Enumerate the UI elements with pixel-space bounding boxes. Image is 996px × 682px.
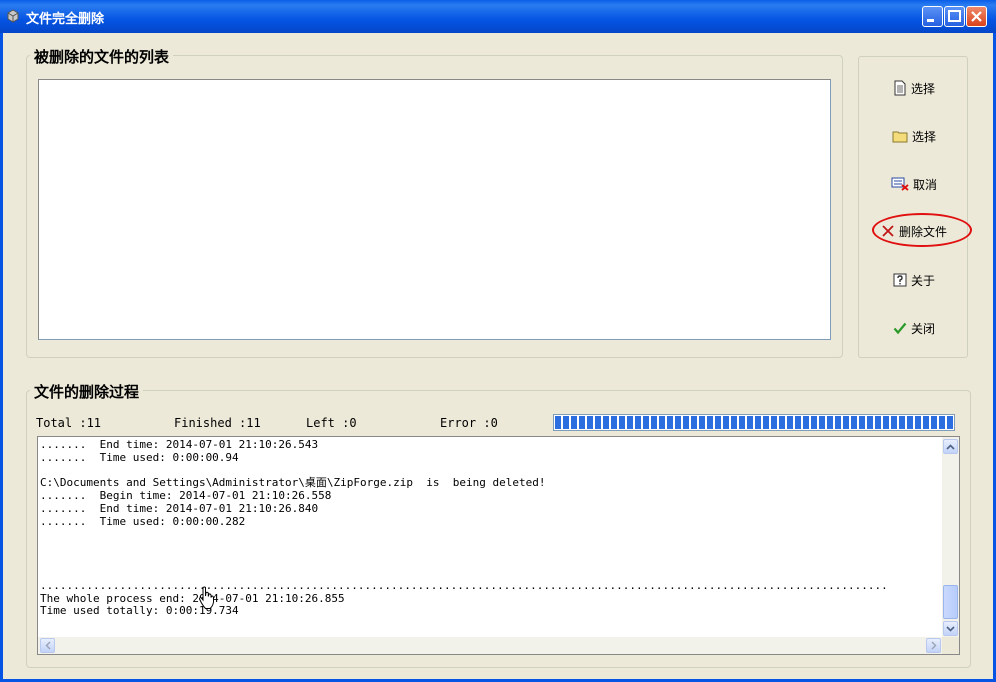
process-title: 文件的删除过程	[30, 381, 144, 402]
finished-count: Finished :11	[174, 416, 261, 430]
log-line: ....... End time: 2014-07-01 21:10:26.54…	[40, 438, 319, 451]
select-folder-button[interactable]: 选择	[868, 123, 960, 149]
chevron-right-icon	[931, 641, 936, 650]
cancel-list-icon	[891, 177, 909, 191]
action-panel	[858, 56, 968, 358]
log-line: ....... Time used: 0:00:00.94	[40, 450, 239, 464]
chevron-left-icon	[45, 641, 50, 650]
help-icon	[893, 273, 907, 287]
chevron-down-icon	[946, 625, 955, 632]
log-line: ....... End time: 2014-07-01 21:10:26.84…	[40, 501, 319, 515]
progress-fill	[555, 416, 953, 429]
minimize-button[interactable]	[922, 6, 943, 27]
application-window: 文件完全删除 被删除的文件的列表 选择 选择 取消 删除文件 关于 关闭 文件的…	[0, 0, 996, 682]
hand-cursor-icon	[198, 586, 214, 609]
log-line: ........................................…	[40, 578, 888, 592]
minimize-icon	[927, 19, 934, 22]
vertical-scrollbar[interactable]	[942, 437, 959, 637]
close-window-button[interactable]	[966, 6, 987, 27]
window-frame-left	[0, 33, 3, 682]
log-line: Time used totally: 0:00:19.734	[40, 604, 239, 618]
select-file-button[interactable]: 选择	[868, 75, 960, 101]
about-label: 关于	[910, 273, 935, 288]
scroll-right-button[interactable]	[926, 638, 941, 653]
scroll-up-button[interactable]	[943, 439, 958, 454]
cancel-label: 取消	[912, 177, 937, 192]
close-icon	[971, 11, 982, 22]
log-line: ....... Time used: 0:00:00.282	[40, 514, 246, 528]
title-bar[interactable]: 文件完全删除	[0, 0, 996, 33]
horizontal-scrollbar[interactable]	[38, 637, 943, 654]
scroll-corner	[942, 637, 959, 654]
checkmark-icon	[893, 322, 907, 335]
process-log[interactable]: ....... End time: 2014-07-01 21:10:26.54…	[37, 436, 960, 655]
about-button[interactable]: 关于	[868, 267, 960, 293]
highlight-circle	[872, 213, 972, 247]
window-title: 文件完全删除	[26, 12, 105, 27]
progress-bar	[553, 414, 955, 431]
app-icon	[7, 9, 19, 23]
select-folder-label: 选择	[911, 129, 936, 144]
maximize-button[interactable]	[944, 6, 965, 27]
file-list-title: 被删除的文件的列表	[30, 46, 174, 67]
maximize-icon	[948, 10, 961, 22]
document-icon	[894, 80, 906, 96]
select-file-label: 选择	[910, 81, 935, 96]
cancel-button[interactable]: 取消	[868, 171, 960, 197]
error-count: Error :0	[440, 416, 498, 430]
close-button[interactable]: 关闭	[868, 315, 960, 341]
folder-icon	[892, 131, 908, 143]
log-text: ....... End time: 2014-07-01 21:10:26.54…	[40, 438, 888, 618]
scroll-left-button[interactable]	[40, 638, 55, 653]
close-label: 关闭	[910, 321, 935, 336]
total-count: Total :11	[36, 416, 102, 430]
scroll-thumb[interactable]	[943, 585, 958, 619]
chevron-up-icon	[946, 443, 955, 450]
left-count: Left :0	[306, 416, 357, 430]
file-list[interactable]	[38, 79, 831, 340]
scroll-down-button[interactable]	[943, 621, 958, 636]
